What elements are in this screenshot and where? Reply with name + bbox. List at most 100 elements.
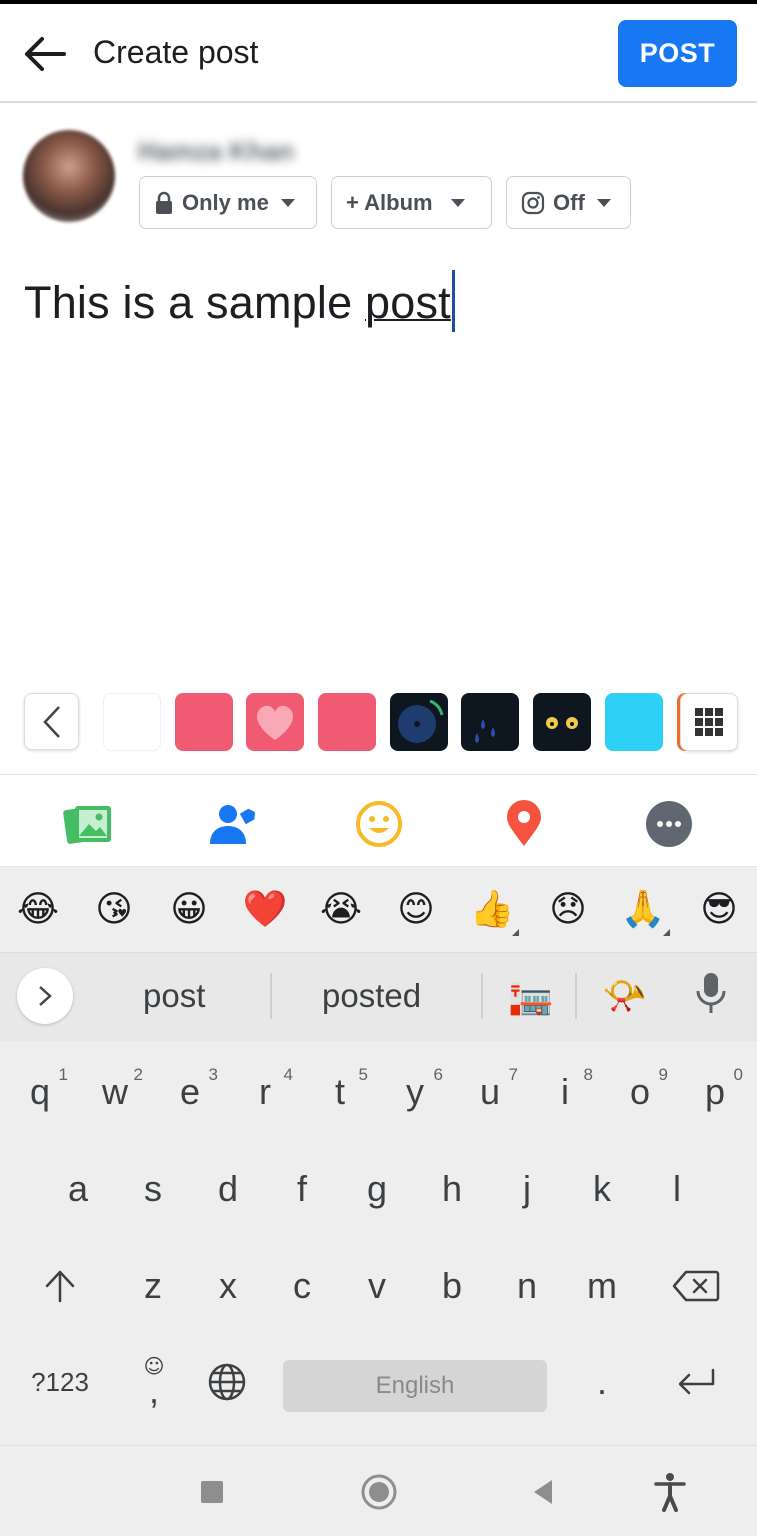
more-options-icon[interactable] xyxy=(644,799,694,849)
divider xyxy=(481,973,483,1019)
chevron-right-icon[interactable] xyxy=(17,968,73,1024)
key-label: o xyxy=(629,1071,651,1112)
post-button[interactable]: POST xyxy=(618,20,737,87)
post-text-underlined-word: post xyxy=(365,277,451,328)
emoji-key[interactable]: 😘 xyxy=(91,887,137,933)
post-text-input[interactable]: This is a sample post xyxy=(24,270,455,332)
key-q[interactable]: q1 xyxy=(4,1047,76,1137)
key-k[interactable]: k xyxy=(566,1144,638,1234)
key-f[interactable]: f xyxy=(266,1144,338,1234)
period-key[interactable]: . xyxy=(566,1337,638,1427)
divider xyxy=(575,973,577,1019)
key-label: u xyxy=(479,1071,501,1112)
microphone-icon[interactable] xyxy=(694,971,728,1024)
key-n[interactable]: n xyxy=(491,1241,563,1331)
comma-key[interactable]: ☺ , xyxy=(118,1337,190,1427)
shift-icon[interactable] xyxy=(24,1241,96,1331)
key-l[interactable]: l xyxy=(641,1144,713,1234)
emoji-key[interactable]: 👍 xyxy=(469,887,515,933)
privacy-selector[interactable]: Only me xyxy=(139,176,317,229)
key-g[interactable]: g xyxy=(341,1144,413,1234)
suggestion-word[interactable]: posted xyxy=(322,977,421,1015)
key-j[interactable]: j xyxy=(491,1144,563,1234)
header: Create post POST xyxy=(0,4,757,103)
sticker-eyes[interactable] xyxy=(533,693,591,751)
key-o[interactable]: o9 xyxy=(604,1047,676,1137)
key-label: r xyxy=(259,1071,271,1112)
check-in-icon[interactable] xyxy=(499,799,549,849)
key-x[interactable]: x xyxy=(192,1241,264,1331)
key-d[interactable]: d xyxy=(192,1144,264,1234)
instagram-toggle[interactable]: Off xyxy=(506,176,631,229)
back-arrow-icon[interactable] xyxy=(20,30,68,78)
emoji-key[interactable]: ❤️ xyxy=(242,887,288,933)
spacebar[interactable]: English xyxy=(283,1360,547,1412)
sticker-blank[interactable] xyxy=(103,693,161,751)
key-t[interactable]: t5 xyxy=(304,1047,376,1137)
key-u[interactable]: u7 xyxy=(454,1047,526,1137)
emoji-key[interactable]: 😀 xyxy=(166,887,212,933)
key-i[interactable]: i8 xyxy=(529,1047,601,1137)
sticker-vinyl[interactable] xyxy=(390,693,448,751)
key-e[interactable]: e3 xyxy=(154,1047,226,1137)
chevron-left-icon[interactable] xyxy=(24,693,79,750)
photo-icon[interactable] xyxy=(63,799,113,849)
keyboard: 😂 😘 😀 ❤️ 😭 😊 👍 😞 🙏 😎 post posted 🏣 📯 q 1… xyxy=(0,867,757,1536)
home-icon[interactable] xyxy=(355,1468,403,1516)
key-s[interactable]: s xyxy=(117,1144,189,1234)
sticker-pink[interactable] xyxy=(175,693,233,751)
chevron-down-icon xyxy=(596,198,611,207)
key-c[interactable]: c xyxy=(266,1241,338,1331)
key-p[interactable]: p0 xyxy=(679,1047,751,1137)
key-v[interactable]: v xyxy=(341,1241,413,1331)
back-triangle-icon[interactable] xyxy=(519,1468,567,1516)
emoji-key[interactable]: 🙏 xyxy=(620,887,666,933)
sticker-rain-drops[interactable] xyxy=(461,693,519,751)
emoji-key[interactable]: 😎 xyxy=(696,887,742,933)
key-w[interactable]: w2 xyxy=(79,1047,151,1137)
enter-icon[interactable] xyxy=(660,1337,732,1427)
suggestion-emoji[interactable]: 📯 xyxy=(602,975,647,1017)
key-h[interactable]: h xyxy=(416,1144,488,1234)
feeling-icon[interactable] xyxy=(354,799,404,849)
suggestion-strip: post posted 🏣 📯 xyxy=(0,953,757,1041)
composer-action-bar xyxy=(0,774,757,867)
system-nav-bar xyxy=(0,1445,757,1536)
key-label: y xyxy=(406,1071,424,1112)
tag-people-icon[interactable] xyxy=(208,799,258,849)
username: Hamza Khan xyxy=(138,136,295,166)
sticker-cyan[interactable] xyxy=(605,693,663,751)
album-selector[interactable]: + Album xyxy=(331,176,492,229)
key-z[interactable]: z xyxy=(117,1241,189,1331)
sticker-grid-icon[interactable] xyxy=(680,693,738,751)
privacy-label: Only me xyxy=(182,189,269,215)
key-label: e xyxy=(179,1071,201,1112)
suggestion-word[interactable]: post xyxy=(143,977,205,1015)
key-b[interactable]: b xyxy=(416,1241,488,1331)
recents-icon[interactable] xyxy=(188,1468,236,1516)
emoji-key[interactable]: 😞 xyxy=(545,887,591,933)
key-hint: 1 xyxy=(58,1065,68,1084)
key-r[interactable]: r4 xyxy=(229,1047,301,1137)
accessibility-icon[interactable] xyxy=(646,1468,694,1516)
page-title: Create post xyxy=(93,34,259,70)
backspace-icon[interactable] xyxy=(660,1241,732,1331)
lock-icon xyxy=(156,191,172,214)
sticker-pink-2[interactable] xyxy=(318,693,376,751)
suggestion-emoji[interactable]: 🏣 xyxy=(508,975,553,1017)
emoji-key[interactable]: 😊 xyxy=(393,887,439,933)
emoji-hint-icon: ☺ xyxy=(143,1354,165,1378)
symbols-key[interactable]: ?123 xyxy=(14,1337,106,1427)
key-label: i xyxy=(561,1071,569,1112)
key-a[interactable]: a xyxy=(42,1144,114,1234)
key-hint: 4 xyxy=(283,1065,293,1084)
emoji-suggestion-row: 😂 😘 😀 ❤️ 😭 😊 👍 😞 🙏 😎 xyxy=(0,867,757,953)
sticker-heart[interactable] xyxy=(246,693,304,751)
key-m[interactable]: m xyxy=(566,1241,638,1331)
key-hint: 5 xyxy=(358,1065,368,1084)
language-globe-icon[interactable] xyxy=(191,1337,263,1427)
emoji-key[interactable]: 😂 xyxy=(15,887,61,933)
instagram-icon xyxy=(521,191,545,214)
emoji-key[interactable]: 😭 xyxy=(318,887,364,933)
key-y[interactable]: y6 xyxy=(379,1047,451,1137)
